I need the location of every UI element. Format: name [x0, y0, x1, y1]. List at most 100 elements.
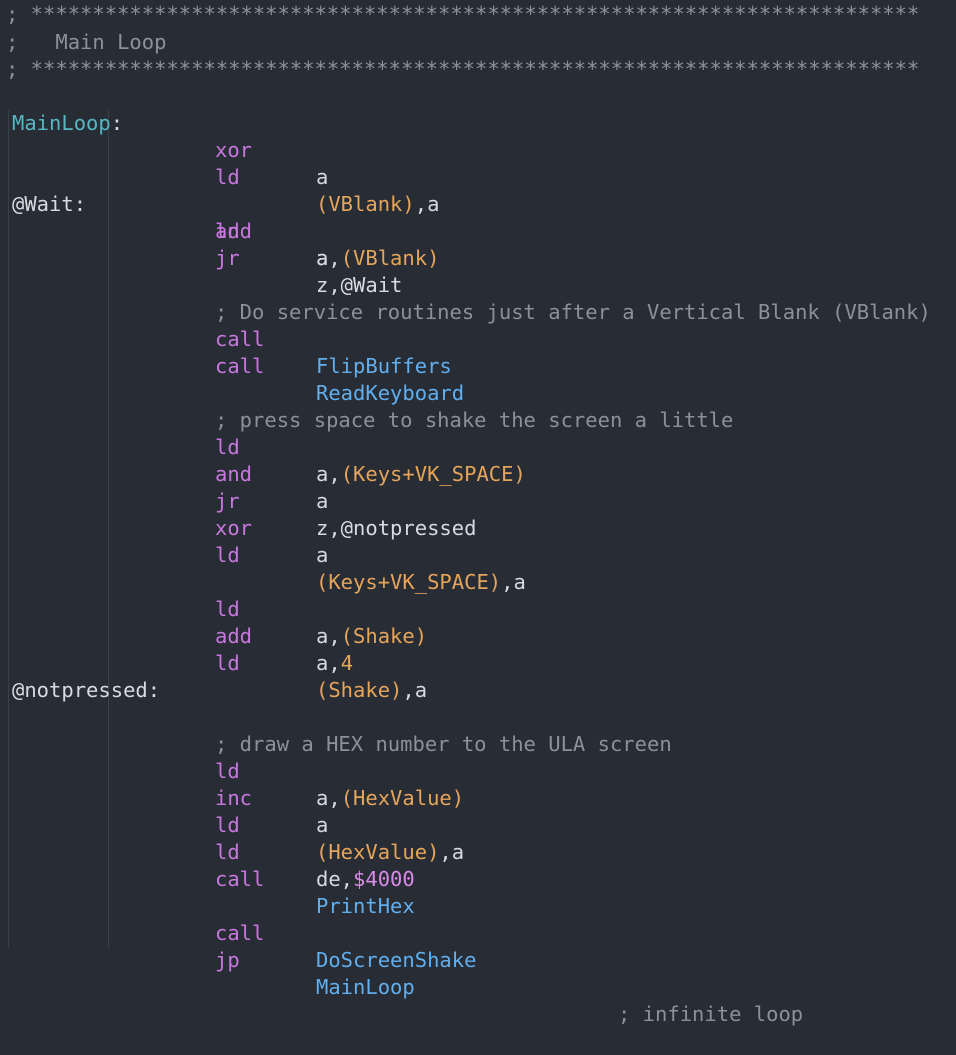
operand: a,4	[316, 650, 353, 677]
opcode: ld	[215, 759, 240, 783]
opcode: call	[215, 327, 265, 351]
opcode: jr	[215, 489, 240, 513]
code-line: ld a,(HexValue)	[6, 731, 464, 810]
operand-register: a,	[316, 624, 341, 648]
operand: a	[316, 813, 329, 837]
operand-register: a,	[316, 786, 341, 810]
code-line: @notpressed:	[6, 650, 160, 702]
local-label: @notpressed:	[12, 678, 161, 702]
comment-border-line: ; **************************************…	[6, 57, 920, 81]
code-line: xor a	[6, 488, 328, 567]
operand: de,$4000	[316, 866, 415, 893]
operand: a,(HexValue)	[316, 785, 464, 812]
operand-register: a,	[316, 651, 341, 675]
opcode: ld	[215, 840, 240, 864]
operand: (Shake),a	[316, 677, 427, 704]
code-editor[interactable]: ; **************************************…	[0, 0, 956, 1026]
indent-guide	[108, 110, 109, 948]
code-line: add a,4	[6, 596, 353, 675]
code-line: and a	[6, 191, 328, 270]
opcode: xor	[215, 138, 253, 162]
operand: a	[316, 246, 329, 270]
code-line: ; draw a HEX number to the ULA screen	[6, 704, 672, 756]
operand: z,@Wait	[316, 273, 403, 297]
operand-number: $4000	[353, 867, 415, 891]
comment-title-line: ; Main Loop	[6, 30, 167, 54]
code-line: and a	[6, 434, 328, 513]
inline-comment: ; Do service routines just after a Verti…	[215, 300, 931, 324]
code-line: call FlipBuffers	[6, 299, 452, 378]
code-line: ld (HexValue),a	[6, 785, 464, 864]
inline-comment: ; draw a HEX number to the ULA screen	[215, 732, 672, 756]
code-line: ld (VBlank),a	[6, 137, 439, 216]
label-colon: :	[110, 111, 124, 135]
operand: a,(Keys+VK_SPACE)	[316, 461, 526, 488]
code-line: ld de,$4000	[6, 812, 415, 891]
operand-symbol: (VBlank)	[316, 192, 415, 216]
code-line: jr z,@Wait	[6, 218, 402, 297]
code-line: ld (Keys+VK_SPACE),a	[6, 515, 526, 594]
opcode: ld	[215, 165, 240, 189]
code-line: jr z,@notpressed	[6, 461, 476, 540]
operand-register: ,a	[414, 192, 440, 216]
operand: (VBlank),a	[316, 191, 439, 218]
opcode: jr	[215, 246, 240, 270]
code-line: ; Do service routines just after a Verti…	[6, 272, 931, 324]
inline-comment: ; infinite loop	[618, 1002, 804, 1026]
operand-symbol: (Shake)	[340, 624, 428, 648]
call-target: MainLoop	[316, 975, 415, 999]
code-line: MainLoop:	[6, 83, 123, 135]
opcode: ld	[215, 543, 240, 567]
opcode: call	[215, 867, 265, 891]
call-target: DoScreenShake	[316, 948, 477, 972]
operand-symbol: (Shake)	[316, 678, 403, 702]
opcode: ld	[215, 435, 240, 459]
code-line: jp MainLoop ; infinite loop	[6, 920, 803, 1026]
operand-number: 4	[340, 651, 354, 675]
call-target: PrintHex	[316, 894, 415, 918]
code-line: @Wait: ld a,(VBlank)	[6, 164, 439, 270]
opcode: and	[215, 219, 253, 243]
operand-register: ,a	[402, 678, 428, 702]
code-line: call PrintHex	[6, 839, 415, 918]
operand-symbol: (HexValue)	[316, 840, 440, 864]
opcode: ld	[215, 597, 240, 621]
call-target: ReadKeyboard	[316, 381, 465, 405]
opcode: add	[215, 624, 253, 648]
operand: a,(Shake)	[316, 623, 427, 650]
operand: a	[316, 489, 329, 513]
operand: z,@notpressed	[316, 516, 477, 540]
comment-border-line: ; **************************************…	[6, 2, 920, 26]
code-line: ld a,(Keys+VK_SPACE)	[6, 407, 526, 486]
code-line: inc a	[6, 758, 328, 837]
code-line: xor a	[6, 110, 328, 189]
code-line: ld a,(Shake)	[6, 569, 427, 648]
code-line: call ReadKeyboard	[6, 326, 464, 405]
operand: a	[316, 165, 329, 189]
operand-register: de,	[316, 867, 354, 891]
opcode: call	[215, 921, 265, 945]
code-line: ld (Shake),a	[6, 623, 427, 702]
operand-register: ,a	[439, 840, 465, 864]
code-line: ; press space to shake the screen a litt…	[6, 380, 733, 432]
opcode: jp	[215, 948, 240, 972]
opcode: xor	[215, 516, 253, 540]
operand: a,(VBlank)	[316, 245, 439, 272]
operand: (Keys+VK_SPACE),a	[316, 569, 526, 596]
opcode: call	[215, 354, 265, 378]
operand-symbol: (Keys+VK_SPACE)	[316, 570, 502, 594]
operand: a	[316, 543, 329, 567]
opcode: ld	[215, 813, 240, 837]
opcode: ld	[215, 651, 240, 675]
opcode: and	[215, 462, 253, 486]
opcode: inc	[215, 786, 253, 810]
call-target: FlipBuffers	[316, 354, 452, 378]
inline-comment: ; press space to shake the screen a litt…	[215, 408, 734, 432]
operand-symbol: (HexValue)	[340, 786, 465, 810]
operand: (HexValue),a	[316, 839, 464, 866]
operand-symbol: (VBlank)	[340, 246, 440, 270]
code-line: call DoScreenShake	[6, 893, 476, 972]
operand-register: ,a	[501, 570, 526, 594]
operand-symbol: (Keys+VK_SPACE)	[340, 462, 526, 486]
operand-register: a,	[316, 462, 341, 486]
